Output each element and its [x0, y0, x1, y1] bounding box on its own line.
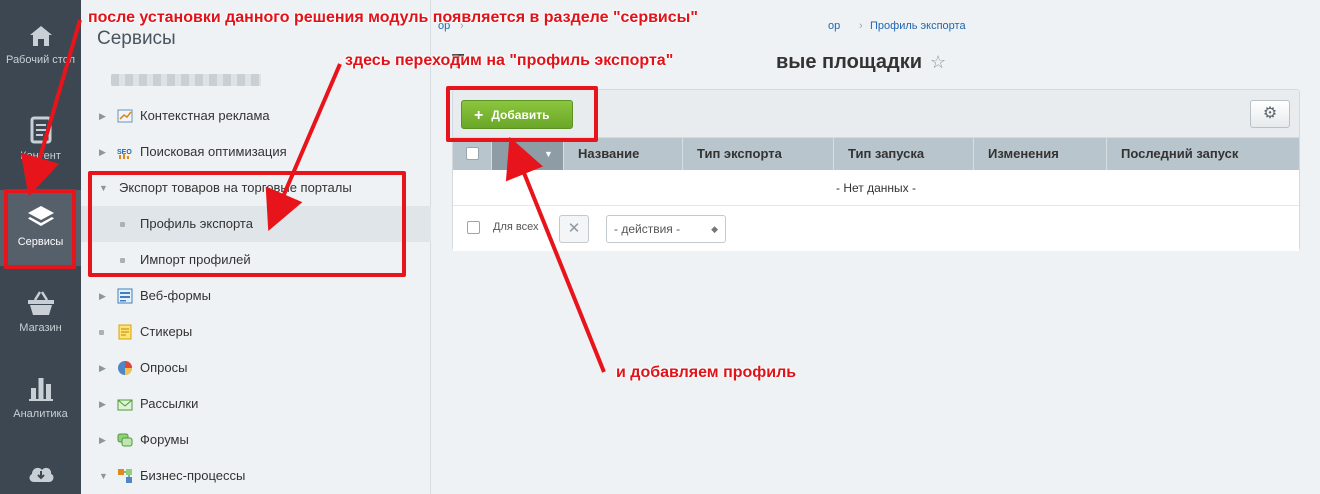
menu-item-mailings[interactable]: ▶ Рассылки: [81, 386, 431, 422]
menu-item-label: Стикеры: [140, 324, 193, 339]
process-icon: [118, 469, 132, 483]
nav-item-content[interactable]: Контент: [0, 116, 81, 172]
menu-item-label: Веб-формы: [140, 288, 211, 303]
page-title: вые площадки: [776, 51, 923, 73]
document-icon: [30, 116, 51, 144]
menu-item-forums[interactable]: ▶ Форумы: [81, 422, 431, 458]
cloud-download-icon: [29, 467, 53, 482]
breadcrumb-separator: ›: [859, 20, 863, 32]
seo-icon: SEO: [117, 149, 132, 159]
column-name[interactable]: Название: [564, 138, 683, 170]
menu-item-web-forms[interactable]: ▶ Веб-формы: [81, 278, 431, 314]
bullet-icon: [99, 330, 104, 335]
highlight-add-button: [446, 86, 598, 142]
for-all-label: Для всех: [493, 221, 539, 233]
menu-item-seo[interactable]: ▶ SEO Поисковая оптимизация: [81, 134, 431, 170]
menu-item-stickers[interactable]: Стикеры: [81, 314, 431, 350]
nav-item-label: Аналитика: [13, 408, 68, 420]
nav-item-label: Контент: [20, 150, 61, 162]
nav-item-cloud[interactable]: [0, 462, 81, 492]
select-all-cell: [453, 138, 492, 170]
pie-icon: [118, 361, 132, 375]
actions-select-value: - действия -: [614, 222, 681, 236]
menu-item-polls[interactable]: ▶ Опросы: [81, 350, 431, 386]
annotation-bottom: и добавляем профиль: [616, 364, 797, 381]
column-run-type[interactable]: Тип запуска: [834, 138, 974, 170]
menu-item-label: Рассылки: [140, 396, 199, 411]
expand-arrow-icon[interactable]: ▶: [99, 386, 106, 422]
expand-arrow-icon[interactable]: ▶: [99, 278, 106, 314]
home-icon: [29, 26, 52, 46]
expand-arrow-icon[interactable]: ▶: [99, 422, 106, 458]
select-all-checkbox[interactable]: [466, 147, 479, 160]
favorite-star-icon[interactable]: ☆: [930, 52, 946, 73]
nav-item-label: Рабочий стол: [5, 54, 76, 66]
grid-footer: Для всех ✕ - действия - ◆: [453, 207, 1299, 251]
menu-item-business-processes[interactable]: ▼ Бизнес-процессы: [81, 458, 431, 494]
column-last-run[interactable]: Последний запуск: [1107, 138, 1299, 170]
nav-item-desktop[interactable]: Рабочий стол: [0, 24, 81, 94]
expand-arrow-icon[interactable]: ▶: [99, 98, 106, 134]
empty-row: - Нет данных -: [453, 170, 1299, 206]
expand-arrow-icon[interactable]: ▶: [99, 350, 106, 386]
nav-item-analytics[interactable]: Аналитика: [0, 374, 81, 430]
annotation-middle: здесь переходим на "профиль экспорта": [345, 52, 674, 69]
basket-icon: [27, 291, 54, 315]
envelope-icon: [117, 399, 133, 411]
bar-chart-icon: [28, 378, 53, 401]
settings-button[interactable]: ⚙: [1250, 100, 1290, 128]
chevron-down-icon: ▼: [544, 149, 553, 159]
expand-arrow-icon[interactable]: ▶: [99, 134, 106, 170]
form-icon: [117, 288, 133, 304]
annotation-top: после установки данного решения модуль п…: [88, 9, 698, 26]
actions-select[interactable]: - действия - ◆: [606, 215, 726, 243]
menu-item-label: Форумы: [140, 432, 189, 447]
column-export-type[interactable]: Тип экспорта: [683, 138, 834, 170]
table-header: ▼ Название Тип экспорта Тип запуска Изме…: [453, 138, 1299, 170]
menu-item-label: Поисковая оптимизация: [140, 144, 287, 159]
chart-line-icon: [117, 109, 133, 123]
gear-icon: ⚙: [1262, 105, 1278, 122]
nav-item-shop[interactable]: Магазин: [0, 290, 81, 346]
highlight-export-section: [88, 171, 406, 277]
menu-item-context-ads[interactable]: ▶ Контекстная реклама: [81, 98, 431, 134]
column-changes[interactable]: Изменения: [974, 138, 1107, 170]
clear-button[interactable]: ✕: [559, 215, 589, 243]
menu-item-label: Бизнес-процессы: [140, 468, 246, 483]
collapse-arrow-icon[interactable]: ▼: [99, 458, 108, 494]
sticker-icon: [118, 324, 132, 340]
menu-item-label: Контекстная реклама: [140, 108, 270, 123]
column-menu-button[interactable]: ▼: [492, 138, 564, 170]
breadcrumb-current[interactable]: Профиль экспорта: [870, 20, 966, 32]
section-title: Сервисы: [97, 28, 176, 49]
breadcrumb-prev[interactable]: ор: [828, 20, 840, 32]
menu-item-label: Опросы: [140, 360, 188, 375]
for-all-checkbox[interactable]: [467, 221, 480, 234]
blurred-breadcrumb: [111, 74, 261, 86]
close-icon: ✕: [567, 220, 581, 237]
highlight-services: [4, 189, 76, 269]
forum-icon: [117, 433, 133, 447]
updown-icon: ◆: [711, 224, 718, 234]
nav-item-label: Магазин: [19, 322, 62, 334]
